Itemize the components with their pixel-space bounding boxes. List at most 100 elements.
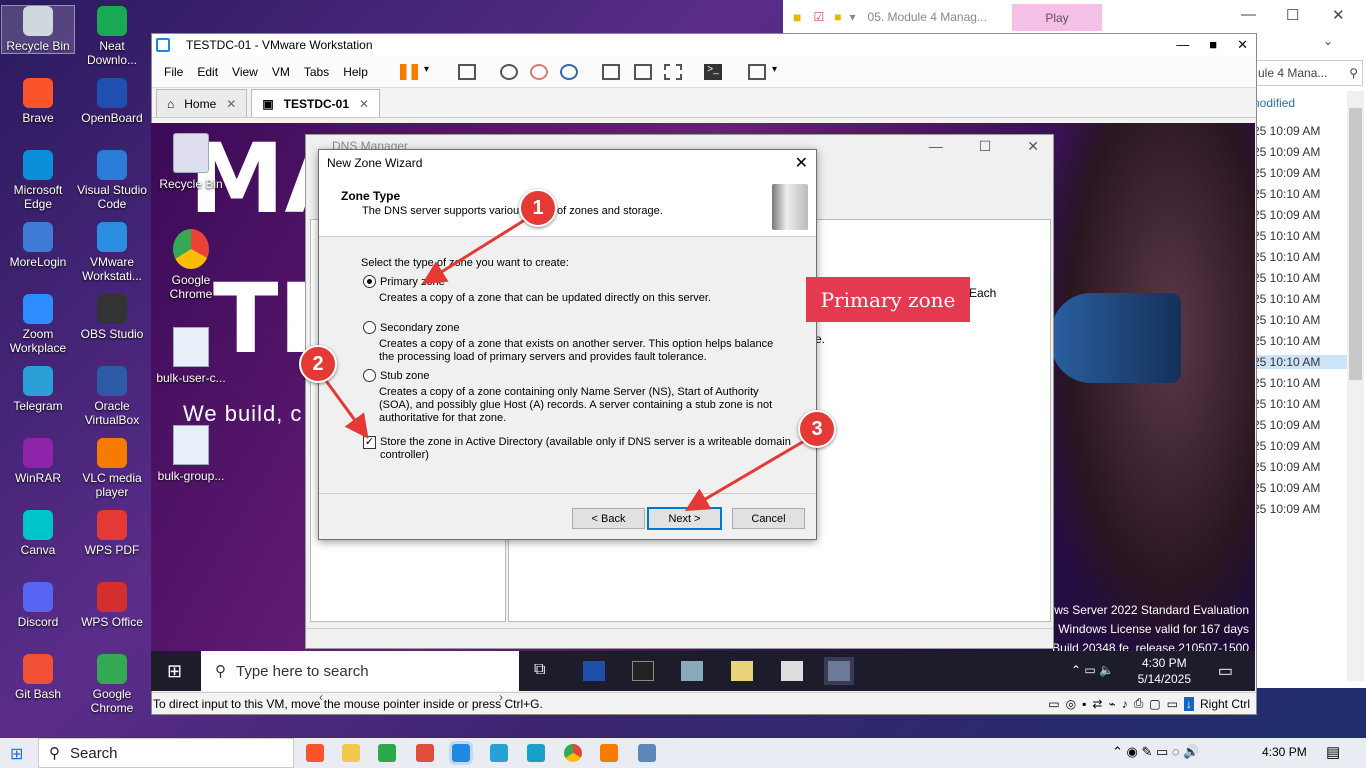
- maximize-button[interactable]: ■: [1209, 37, 1217, 53]
- send-keys-icon[interactable]: [458, 64, 476, 80]
- date-modified-cell[interactable]: 25 10:09 AM: [1253, 502, 1320, 516]
- powershell-icon[interactable]: [583, 661, 605, 681]
- guest-clock[interactable]: 4:30 PM 5/14/2025: [1138, 655, 1191, 687]
- close-tab-icon[interactable]: ✕: [226, 97, 236, 111]
- desktop-icon[interactable]: Neat Downlo...: [76, 6, 148, 67]
- desktop-icon[interactable]: VMware Workstati...: [76, 222, 148, 283]
- windows-start-icon[interactable]: ⊞: [167, 661, 182, 682]
- notification-icon[interactable]: ▭: [1218, 661, 1233, 681]
- vmware-icon[interactable]: [449, 741, 473, 765]
- tab-testdc-01[interactable]: ▣ TESTDC-01 ✕: [251, 89, 381, 117]
- app-icon[interactable]: [490, 744, 508, 762]
- guest-recycle-bin-icon[interactable]: Recycle Bin: [153, 133, 229, 191]
- thumbnail-icon[interactable]: [634, 64, 652, 80]
- chevron-down-icon[interactable]: ▾: [772, 64, 790, 80]
- vlc-icon[interactable]: [600, 744, 618, 762]
- scrollbar-thumb[interactable]: [1349, 108, 1362, 380]
- fullscreen-icon[interactable]: [748, 64, 766, 80]
- app-icon[interactable]: [378, 744, 396, 762]
- checkbox[interactable]: ✓: [363, 436, 376, 449]
- desktop-icon[interactable]: Discord: [2, 582, 74, 629]
- bulk-user-script-icon[interactable]: bulk-user-c...: [153, 327, 229, 385]
- hdd-icon[interactable]: ▭: [1048, 697, 1059, 711]
- notification-icon[interactable]: ▤: [1326, 743, 1340, 761]
- minimize-button[interactable]: —: [1176, 37, 1189, 53]
- cd-icon[interactable]: ◎: [1066, 697, 1076, 711]
- chevron-down-icon[interactable]: ▾: [424, 64, 442, 80]
- system-tray-icons[interactable]: ⌃ ◉ ✎ ▭ ◌ 🔊: [1112, 744, 1199, 760]
- desktop-icon[interactable]: OpenBoard: [76, 78, 148, 125]
- desktop-icon[interactable]: Git Bash: [2, 654, 74, 701]
- desktop-icon[interactable]: VLC media player: [76, 438, 148, 499]
- task-view-icon[interactable]: ⧉: [534, 661, 556, 681]
- console-view-icon[interactable]: >_: [704, 64, 722, 80]
- close-button[interactable]: ✕: [1332, 6, 1345, 24]
- chrome-icon[interactable]: [564, 744, 582, 762]
- maximize-button[interactable]: ☐: [979, 138, 992, 155]
- maximize-button[interactable]: ☐: [1286, 6, 1299, 24]
- download-icon[interactable]: ↓: [1183, 696, 1194, 711]
- pause-icon[interactable]: [400, 64, 418, 80]
- radio-button[interactable]: [363, 321, 376, 334]
- date-modified-cell[interactable]: 25 10:10 AM: [1253, 187, 1320, 201]
- radio-button[interactable]: [363, 275, 376, 288]
- bulk-group-script-icon[interactable]: bulk-group...: [153, 425, 229, 483]
- app-icon[interactable]: [638, 744, 656, 762]
- date-modified-header[interactable]: nodified: [1253, 96, 1295, 110]
- desktop-icon[interactable]: WPS Office: [76, 582, 148, 629]
- desktop-icon[interactable]: Microsoft Edge: [2, 150, 74, 211]
- date-modified-cell[interactable]: 25 10:09 AM: [1253, 208, 1320, 222]
- menu-tabs[interactable]: Tabs: [304, 65, 329, 79]
- host-clock[interactable]: 4:30 PM: [1262, 745, 1307, 759]
- menu-help[interactable]: Help: [343, 65, 368, 79]
- sound-icon[interactable]: ♪: [1122, 697, 1128, 711]
- date-modified-cell[interactable]: 25 10:10 AM: [1253, 355, 1347, 369]
- notepad-icon[interactable]: [781, 661, 803, 681]
- play-tab[interactable]: Play: [1012, 4, 1102, 31]
- horizontal-scrollbar[interactable]: ‹ ›: [315, 690, 507, 706]
- git-icon[interactable]: [416, 744, 434, 762]
- close-button[interactable]: ✕: [795, 153, 808, 173]
- host-search-box[interactable]: ⚲ Search: [38, 738, 294, 768]
- menu-view[interactable]: View: [232, 65, 258, 79]
- snapshot-icon[interactable]: [500, 64, 518, 80]
- desktop-icon[interactable]: OBS Studio: [76, 294, 148, 341]
- guest-chrome-icon[interactable]: Google Chrome: [153, 229, 229, 301]
- desktop-icon[interactable]: Brave: [2, 78, 74, 125]
- desktop-icon[interactable]: Visual Studio Code: [76, 150, 148, 211]
- desktop-icon[interactable]: MoreLogin: [2, 222, 74, 269]
- snapshot-manager-icon[interactable]: [560, 64, 578, 80]
- store-in-ad-checkbox[interactable]: ✓ Store the zone in Active Directory (av…: [363, 436, 800, 462]
- system-tray-icons[interactable]: ⌃ ▭ 🔈: [1071, 663, 1114, 677]
- minimize-button[interactable]: —: [929, 138, 943, 155]
- date-modified-cell[interactable]: 25 10:10 AM: [1253, 313, 1320, 327]
- desktop-icon[interactable]: WPS PDF: [76, 510, 148, 557]
- usb-icon[interactable]: ⌁: [1108, 697, 1115, 711]
- server-manager-icon[interactable]: [681, 661, 703, 681]
- desktop-icon[interactable]: Google Chrome: [76, 654, 148, 715]
- printer-icon[interactable]: ⎙: [1134, 696, 1144, 711]
- date-modified-cell[interactable]: 25 10:10 AM: [1253, 292, 1320, 306]
- date-modified-cell[interactable]: 25 10:10 AM: [1253, 334, 1320, 348]
- file-explorer-icon[interactable]: [731, 661, 753, 681]
- menu-vm[interactable]: VM: [272, 65, 290, 79]
- menu-edit[interactable]: Edit: [197, 65, 218, 79]
- sidebar-icon[interactable]: [602, 64, 620, 80]
- desktop-icon[interactable]: Oracle VirtualBox: [76, 366, 148, 427]
- new-zone-wizard-dialog[interactable]: New Zone Wizard ✕ Zone Type The DNS serv…: [318, 149, 817, 540]
- desktop-icon[interactable]: Telegram: [2, 366, 74, 413]
- dns-manager-taskbar-icon[interactable]: [824, 657, 854, 685]
- desktop-icon[interactable]: WinRAR: [2, 438, 74, 485]
- dropdown-icon[interactable]: ▾: [849, 10, 855, 24]
- scroll-left-icon[interactable]: ‹: [319, 690, 323, 706]
- next-button[interactable]: Next >: [647, 507, 722, 530]
- file-explorer-icon[interactable]: [342, 744, 360, 762]
- minimize-button[interactable]: —: [1241, 6, 1256, 23]
- revert-snapshot-icon[interactable]: [530, 64, 548, 80]
- primary-zone-radio[interactable]: Primary zone: [363, 275, 445, 288]
- date-modified-cell[interactable]: 25 10:09 AM: [1253, 166, 1320, 180]
- network-icon[interactable]: ⇄: [1092, 697, 1102, 711]
- cmd-icon[interactable]: [632, 661, 654, 681]
- close-button[interactable]: ✕: [1237, 37, 1248, 53]
- chevron-down-icon[interactable]: ⌄: [1323, 34, 1333, 48]
